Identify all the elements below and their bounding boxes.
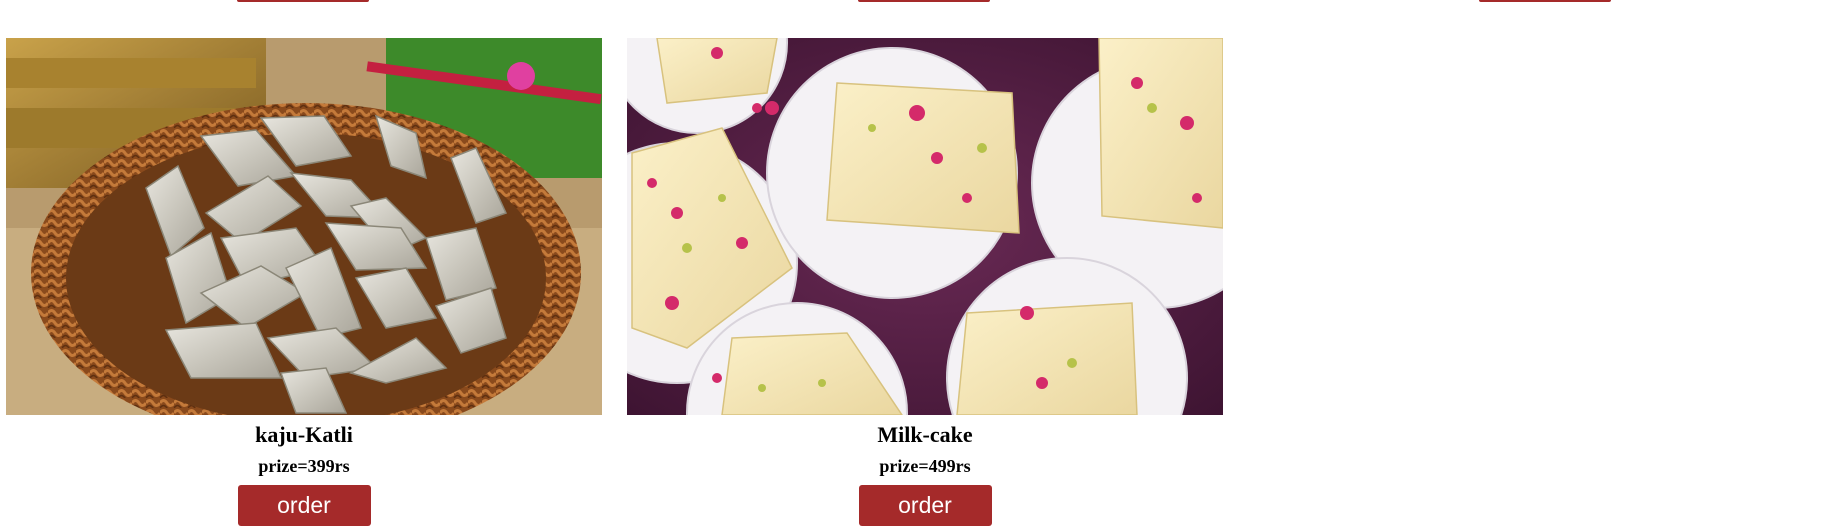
product-image-milk-cake [627, 38, 1223, 415]
previous-row-order-button[interactable] [858, 0, 990, 2]
order-button[interactable]: order [237, 485, 371, 526]
product-name: kaju-Katli [255, 422, 353, 447]
product-card-milk-cake: Milk-cake prize=499rs order [627, 38, 1223, 526]
previous-row-order-button[interactable] [237, 0, 369, 2]
product-card-kaju-katli: kaju-Katli prize=399rs order [6, 38, 602, 526]
product-name: Milk-cake [877, 422, 973, 447]
product-image-kaju-katli [6, 38, 602, 415]
order-button[interactable]: order [858, 485, 992, 526]
previous-row-order-button[interactable] [1479, 0, 1611, 2]
product-price: prize=399rs [258, 456, 350, 476]
product-price: prize=499rs [879, 456, 971, 476]
